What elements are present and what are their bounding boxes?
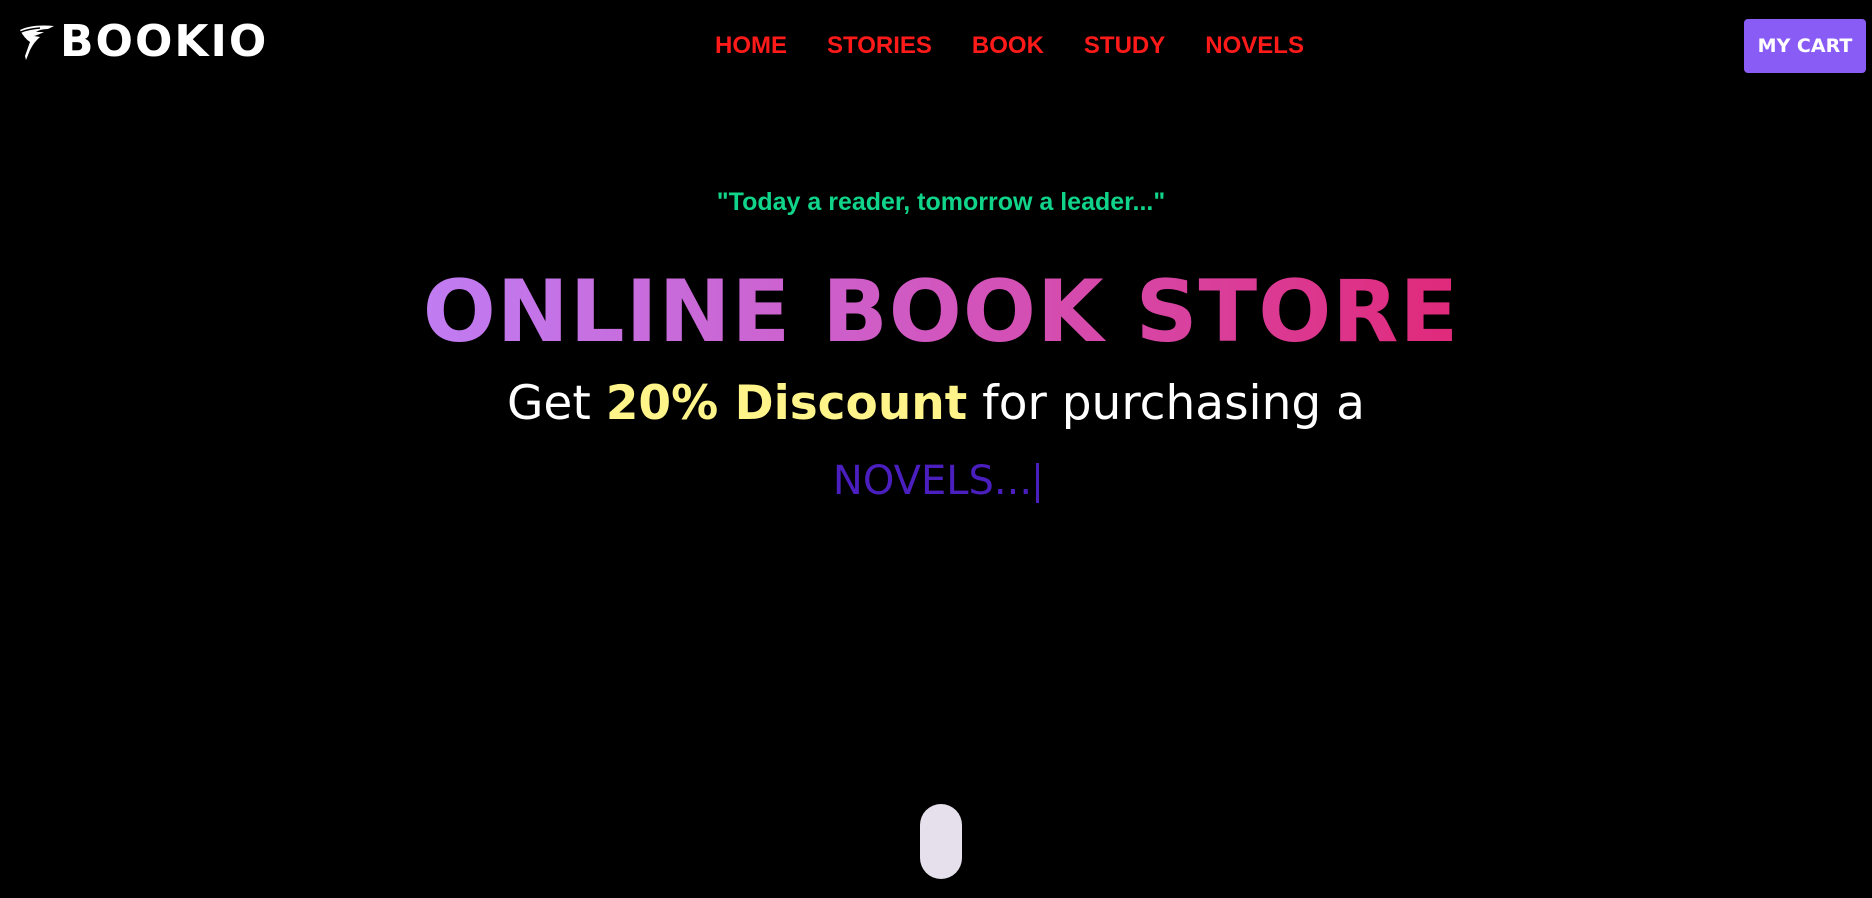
nav-home[interactable]: HOME [715,30,787,62]
logo[interactable]: BOOKIO [18,18,268,66]
hero-headline-text: ONLINE BOOK STORE [422,262,1460,362]
main-nav: HOME STORIES BOOK STUDY NOVELS [715,30,1344,62]
quill-pen-icon [18,20,58,64]
offer-prefix: Get [507,376,606,431]
hero-headline: ONLINE BOOK STORE [0,262,1872,362]
logo-text: BOOKIO [60,16,269,67]
page: BOOKIO HOME STORIES BOOK STUDY NOVELS MY… [0,0,1872,898]
nav-novels[interactable]: NOVELS [1205,30,1304,62]
discount-offer: Get 20% Discount for purchasing a [0,374,1872,434]
typing-caret [1036,463,1040,503]
offer-suffix: for purchasing a [967,376,1365,431]
nav-study[interactable]: STUDY [1084,30,1165,62]
mouse-scroll-icon[interactable] [920,804,962,879]
offer-highlight: 20% Discount [605,376,968,431]
my-cart-button[interactable]: MY CART [1744,19,1866,73]
nav-stories[interactable]: STORIES [827,30,932,62]
typed-text-line: NOVELS... [0,455,1872,507]
hero-quote: "Today a reader, tomorrow a leader..." [716,188,1166,216]
typed-text: NOVELS... [832,458,1033,504]
nav-book[interactable]: BOOK [972,30,1044,62]
